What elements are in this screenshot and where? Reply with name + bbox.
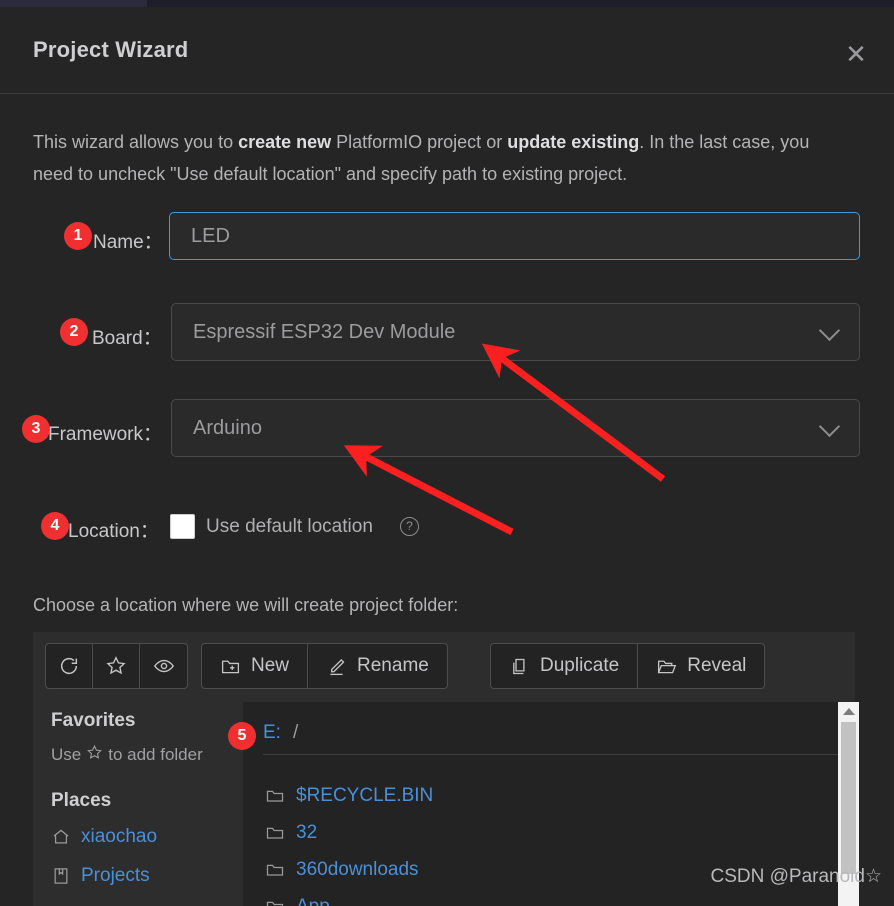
favorites-heading: Favorites [51,710,136,731]
file-browser-toolbar: New Rename Duplicate Reveal [33,632,855,698]
intro-part2: PlatformIO project or [331,132,508,152]
breadcrumb: E: / [263,722,298,744]
folder-icon [265,897,285,906]
rename-button[interactable]: Rename [308,644,447,688]
arrow-to-framework-field [343,445,514,536]
reveal-button-label: Reveal [687,655,747,676]
folder-plus-icon [220,656,241,677]
folder-open-icon [656,656,677,677]
name-input-value: LED [191,224,230,247]
icon-button-group [45,643,188,689]
board-label: Board： [92,328,162,349]
eye-icon [153,655,175,677]
board-select-value: Espressif ESP32 Dev Module [193,320,456,343]
favorites-hint-post: to add folder [108,745,203,764]
duplicate-button-label: Duplicate [540,655,620,676]
framework-select[interactable]: Arduino [171,399,860,457]
list-item-label: $RECYCLE.BIN [296,785,434,806]
intro-bold2: update existing [507,132,640,152]
reveal-button[interactable]: Reveal [638,644,764,688]
star-icon [86,744,103,766]
framework-select-value: Arduino [193,416,262,439]
list-item[interactable]: 360downloads [265,859,419,881]
list-item-label: 32 [296,822,318,843]
board-select[interactable]: Espressif ESP32 Dev Module [171,303,860,361]
toggle-hidden-button[interactable] [140,644,187,688]
editor-tab-strip [0,0,894,7]
badge-5: 5 [228,722,256,750]
watermark: CSDN @Paranoid☆ [710,866,883,887]
new-rename-button-group: New Rename [201,643,448,689]
triangle-up-icon[interactable] [842,708,855,715]
badge-2: 2 [60,318,88,346]
breadcrumb-drive[interactable]: E: [263,722,281,744]
name-label: Name： [93,232,163,253]
badge-3: 3 [22,415,50,443]
refresh-button[interactable] [46,644,93,688]
sidebar-item-label: xiaochao [81,826,158,847]
duplicate-button[interactable]: Duplicate [491,644,639,688]
breadcrumb-divider [263,754,838,755]
page-title: Project Wizard [33,37,189,62]
sidebar-item-projects[interactable]: Projects [51,865,150,887]
name-input[interactable]: LED [169,212,860,260]
copy-icon [509,656,530,677]
dialog-header: Project Wizard ✕ [0,7,894,93]
badge-1: 1 [64,222,92,250]
use-default-location-label: Use default location [206,516,373,537]
project-wizard-dialog: Project Wizard ✕ This wizard allows you … [0,0,894,906]
list-item-label: 360downloads [296,859,419,880]
close-icon[interactable]: ✕ [842,40,870,68]
new-button[interactable]: New [202,644,309,688]
sidebar-item-xiaochao[interactable]: xiaochao [51,826,157,848]
favorites-hint-pre: Use [51,745,82,764]
intro-bold1: create new [238,132,332,152]
list-item[interactable]: App [265,896,330,906]
location-label: Location： [68,521,159,542]
favorites-hint: Use to add folder [51,744,203,766]
scrollbar-thumb[interactable] [841,722,856,874]
book-icon [51,866,71,886]
folder-icon [265,823,285,843]
list-item[interactable]: $RECYCLE.BIN [265,785,433,807]
intro-part1: This wizard allows you to [33,132,239,152]
places-heading: Places [51,790,112,811]
question-mark-icon[interactable]: ? [400,517,419,536]
refresh-icon [58,655,80,677]
breadcrumb-separator: / [292,722,299,743]
favorite-button[interactable] [93,644,140,688]
duplicate-reveal-button-group: Duplicate Reveal [490,643,766,689]
rename-button-label: Rename [357,655,429,676]
choose-location-caption: Choose a location where we will create p… [33,595,459,615]
folder-icon [265,786,285,806]
intro-text: This wizard allows you to create new Pla… [33,126,853,190]
chevron-down-icon [818,319,841,342]
sidebar-item-label: Projects [81,865,150,886]
list-item[interactable]: 32 [265,822,317,844]
use-default-location-checkbox[interactable] [170,514,195,539]
chevron-down-icon [818,415,841,438]
pencil-icon [326,656,347,677]
folder-icon [265,860,285,880]
star-icon [105,655,127,677]
framework-label: Framework： [48,424,163,445]
new-button-label: New [251,655,290,676]
list-item-label: App [296,896,330,906]
active-editor-tab[interactable] [0,0,147,7]
home-icon [51,827,71,847]
header-divider [0,93,894,94]
file-browser-sidebar: Favorites Use to add folder Places xiaoc… [33,698,243,906]
badge-4: 4 [41,512,69,540]
